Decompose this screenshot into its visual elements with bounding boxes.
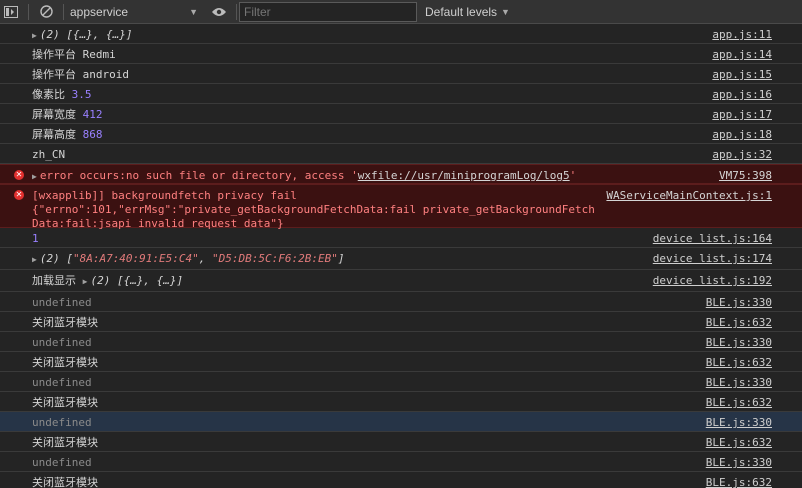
source-link[interactable]: WAServiceMainContext.js:1 [606, 189, 772, 202]
log-row: 屏幕高度 868 app.js:18 [0, 124, 802, 144]
log-levels-dropdown[interactable]: Default levels ▼ [425, 5, 510, 19]
console-toolbar: appservice ▼ Default levels ▼ [0, 0, 802, 24]
filter-input[interactable] [239, 1, 417, 22]
log-row: 关闭蓝牙模块 BLE.js:632 [0, 312, 802, 332]
expand-triangle-icon[interactable]: ▶ [83, 275, 88, 289]
source-link[interactable]: BLE.js:632 [706, 356, 772, 369]
log-number: 868 [82, 128, 103, 141]
log-row: undefined BLE.js:330 [0, 452, 802, 472]
log-label: 关闭蓝牙模块 [32, 436, 98, 449]
log-undefined: undefined [32, 456, 92, 469]
sidebar-toggle-icon[interactable] [0, 1, 22, 23]
log-undefined: undefined [32, 416, 92, 429]
log-row: 1 device list.js:164 [0, 228, 802, 248]
source-link[interactable]: BLE.js:330 [706, 456, 772, 469]
log-row: zh_CN app.js:32 [0, 144, 802, 164]
source-link[interactable]: device list.js:164 [653, 232, 772, 245]
error-text-end: ' [569, 169, 577, 182]
log-row: 操作平台 Redmi app.js:14 [0, 44, 802, 64]
log-value: Redmi [82, 48, 116, 61]
levels-label: Default levels [425, 4, 498, 19]
array-suffix: ] [337, 252, 345, 265]
error-row: ✕ [wxapplib]] backgroundfetch privacy fa… [0, 184, 802, 230]
expand-triangle-icon[interactable]: ▶ [32, 29, 37, 43]
source-link[interactable]: BLE.js:632 [706, 396, 772, 409]
log-row: 关闭蓝牙模块 BLE.js:632 [0, 472, 802, 488]
log-label: 关闭蓝牙模块 [32, 396, 98, 409]
log-label: 关闭蓝牙模块 [32, 476, 98, 488]
expand-triangle-icon[interactable]: ▶ [32, 253, 37, 267]
log-row: 操作平台 android app.js:15 [0, 64, 802, 84]
log-label: 屏幕宽度 [32, 108, 76, 121]
log-row: 关闭蓝牙模块 BLE.js:632 [0, 392, 802, 412]
context-selector[interactable]: appservice ▼ [70, 5, 206, 19]
log-row: 加载显示 ▶ (2) [{…}, {…}] device list.js:192 [0, 270, 802, 292]
toolbar-divider [236, 3, 237, 20]
log-row: ▶ (2) ["8A:A7:40:91:E5:C4", "D5:DB:5C:F6:… [0, 248, 802, 270]
dropdown-arrow-icon: ▼ [501, 6, 510, 17]
source-link[interactable]: BLE.js:632 [706, 476, 772, 488]
log-label: 屏幕高度 [32, 128, 76, 141]
source-link[interactable]: app.js:18 [712, 128, 772, 141]
log-label: 加载显示 [32, 274, 76, 287]
log-row: undefined BLE.js:330 [0, 372, 802, 392]
log-row: undefined BLE.js:330 [0, 332, 802, 352]
array-prefix: (2) [ [39, 252, 73, 265]
log-number: 1 [32, 232, 39, 245]
dropdown-arrow-icon: ▼ [189, 6, 198, 17]
source-link[interactable]: device list.js:192 [653, 274, 772, 287]
array-preview[interactable]: (2) ["8A:A7:40:91:E5:C4", "D5:DB:5C:F6:2… [40, 252, 345, 265]
error-text: [wxapplib]] backgroundfetch privacy fail… [32, 189, 595, 230]
log-undefined: undefined [32, 376, 92, 389]
array-item: "D5:DB:5C:F6:2B:EB" [212, 252, 338, 265]
source-link[interactable]: app.js:17 [712, 108, 772, 121]
object-preview[interactable]: (2) [{…}, {…}] [40, 28, 133, 41]
source-link[interactable]: BLE.js:330 [706, 376, 772, 389]
source-link[interactable]: app.js:11 [712, 28, 772, 41]
log-number: 3.5 [71, 88, 92, 101]
clear-console-icon[interactable] [35, 1, 57, 23]
log-label: 操作平台 [32, 48, 76, 61]
console-log: ▶ (2) [{…}, {…}] app.js:11 操作平台 Redmi app… [0, 24, 802, 488]
log-row: 屏幕宽度 412 app.js:17 [0, 104, 802, 124]
log-label: 操作平台 [32, 68, 76, 81]
source-link[interactable]: BLE.js:330 [706, 416, 772, 429]
log-undefined: undefined [32, 336, 92, 349]
toolbar-divider [63, 3, 64, 20]
log-row: 关闭蓝牙模块 BLE.js:632 [0, 432, 802, 452]
source-link[interactable]: device list.js:174 [653, 252, 772, 265]
log-label: 关闭蓝牙模块 [32, 356, 98, 369]
error-icon: ✕ [14, 190, 24, 200]
log-label: 关闭蓝牙模块 [32, 316, 98, 329]
log-row: 像素比 3.5 app.js:16 [0, 84, 802, 104]
log-row-selected: undefined BLE.js:330 [0, 412, 802, 432]
error-icon: ✕ [14, 170, 24, 180]
source-link[interactable]: VM75:398 [719, 169, 772, 182]
source-link[interactable]: BLE.js:632 [706, 436, 772, 449]
log-label: 像素比 [32, 88, 65, 101]
source-link[interactable]: app.js:16 [712, 88, 772, 101]
toolbar-divider [28, 3, 29, 20]
log-row: undefined BLE.js:330 [0, 292, 802, 312]
eye-icon[interactable] [206, 1, 232, 23]
log-undefined: undefined [32, 296, 92, 309]
source-link[interactable]: BLE.js:330 [706, 296, 772, 309]
error-text: error occurs:no such file or directory, … [39, 169, 358, 182]
error-row: ✕ ▶ error occurs:no such file or director… [0, 164, 802, 184]
log-row: 关闭蓝牙模块 BLE.js:632 [0, 352, 802, 372]
object-preview[interactable]: (2) [{…}, {…}] [90, 274, 183, 287]
array-item: "8A:A7:40:91:E5:C4" [72, 252, 199, 265]
expand-triangle-icon[interactable]: ▶ [32, 170, 37, 184]
log-number: 412 [82, 108, 103, 121]
source-link[interactable]: app.js:14 [712, 48, 772, 61]
source-link[interactable]: BLE.js:330 [706, 336, 772, 349]
source-link[interactable]: app.js:32 [712, 148, 772, 161]
log-label: zh_CN [32, 148, 66, 161]
log-row: ▶ (2) [{…}, {…}] app.js:11 [0, 24, 802, 44]
log-value: android [82, 68, 129, 81]
context-label: appservice [70, 4, 129, 19]
source-link[interactable]: app.js:15 [712, 68, 772, 81]
error-file-link[interactable]: wxfile://usr/miniprogramLog/log5 [358, 169, 570, 182]
source-link[interactable]: BLE.js:632 [706, 316, 772, 329]
